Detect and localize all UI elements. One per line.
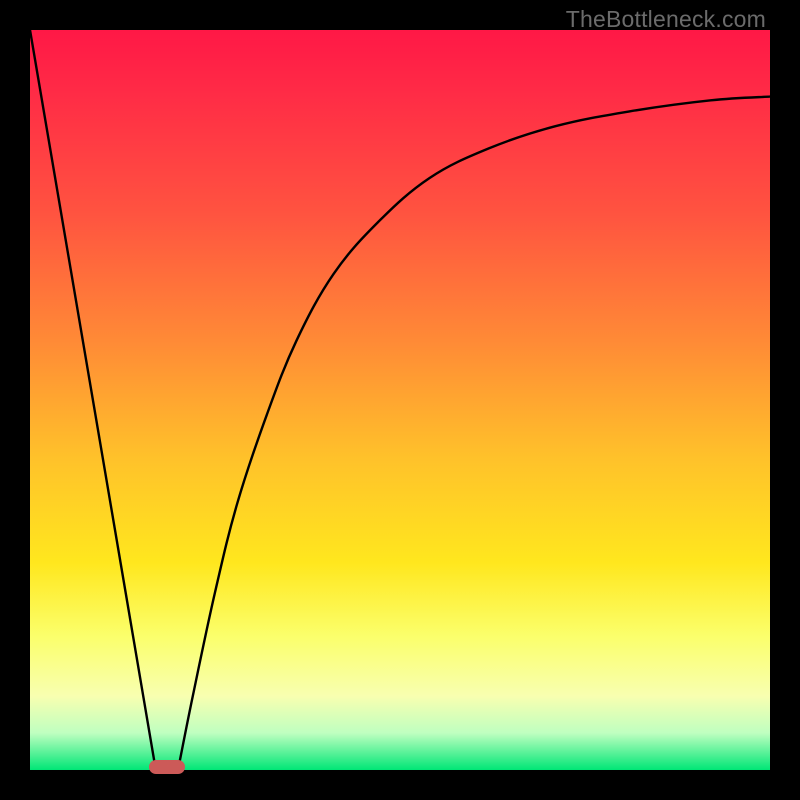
- chart-frame: TheBottleneck.com: [0, 0, 800, 800]
- minimum-marker: [149, 760, 185, 774]
- plot-area: [30, 30, 770, 770]
- left-line-path: [30, 30, 156, 770]
- right-curve-path: [178, 97, 770, 770]
- watermark-text: TheBottleneck.com: [566, 6, 766, 33]
- curve-layer: [30, 30, 770, 770]
